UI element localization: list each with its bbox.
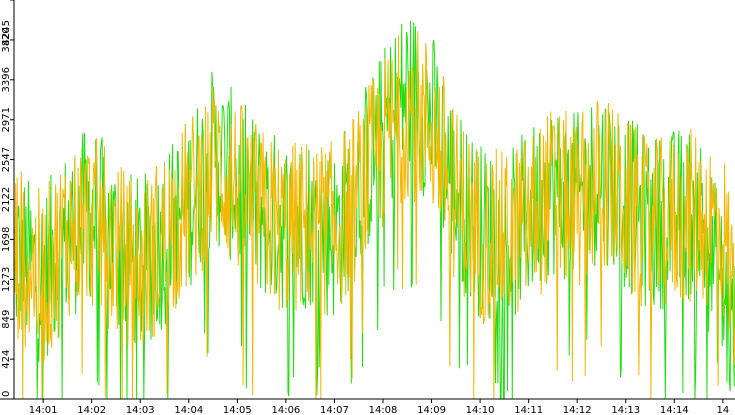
x-tick-label: 14: [716, 405, 729, 415]
x-tick-label: 14:01: [29, 405, 58, 415]
x-tick-label: 14:12: [563, 405, 592, 415]
y-tick-label: 4245: [1, 20, 12, 45]
line-chart: 042484912731698212225472971339638204245 …: [0, 0, 735, 415]
y-tick-label: 2122: [1, 187, 12, 212]
series-layer: [13, 20, 735, 400]
x-tick-label: 14:03: [126, 405, 155, 415]
y-tick-label: 424: [1, 350, 12, 369]
x-tick-label: 14:11: [514, 405, 543, 415]
x-tick-label: 14:08: [369, 405, 398, 415]
y-axis-ticks: 042484912731698212225472971339638204245: [1, 0, 14, 400]
x-tick-label: 14:05: [223, 405, 252, 415]
x-axis-ticks: 14:01 14:02 14:03 14:04 14:05 14:06 14:07 14:08…: [29, 399, 729, 415]
x-tick-label: 14:10: [466, 405, 495, 415]
x-tick-label: 14:02: [77, 405, 106, 415]
x-tick-label: 14:06: [271, 405, 300, 415]
x-tick-label: 14:09: [417, 405, 446, 415]
y-tick-label: 3396: [1, 67, 12, 92]
y-tick-label: 0: [1, 391, 12, 397]
y-tick-label: 849: [1, 310, 12, 329]
y-tick-label: 2547: [1, 147, 12, 172]
x-tick-label: 14:13: [611, 405, 640, 415]
x-tick-label: 14:07: [320, 405, 349, 415]
x-tick-label: 14:14: [660, 405, 689, 415]
y-tick-label: 2971: [1, 107, 12, 132]
y-tick-label: 1273: [1, 267, 12, 292]
y-tick-label: 1698: [1, 227, 12, 252]
x-tick-label: 14:04: [174, 405, 203, 415]
